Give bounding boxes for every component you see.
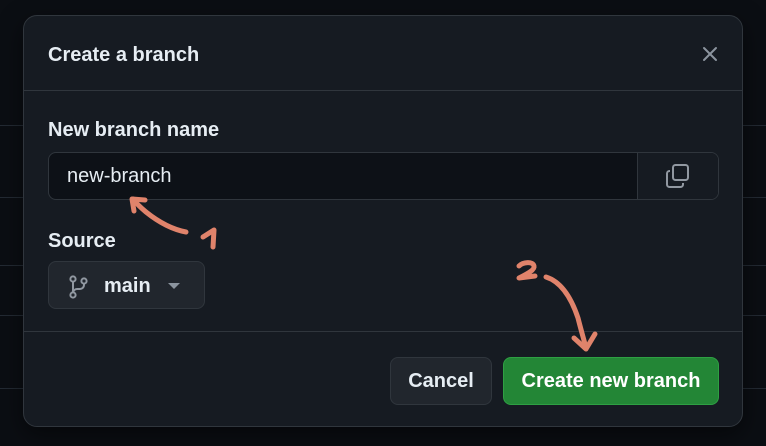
dialog-title: Create a branch xyxy=(48,44,200,66)
close-button[interactable] xyxy=(698,42,722,66)
source-branch-dropdown[interactable]: main xyxy=(48,261,205,309)
copy-button[interactable] xyxy=(637,153,718,199)
branch-name-input[interactable] xyxy=(49,153,637,199)
branch-name-label: New branch name xyxy=(48,119,220,141)
dialog-footer: Cancel Create new branch xyxy=(24,331,742,427)
source-label: Source xyxy=(48,230,116,252)
caret-down-icon xyxy=(168,283,180,289)
close-icon xyxy=(703,47,717,61)
git-branch-icon xyxy=(69,275,88,299)
cancel-button[interactable]: Cancel xyxy=(390,357,492,405)
branch-name-field xyxy=(48,152,719,200)
copy-icon xyxy=(666,164,689,188)
create-branch-button[interactable]: Create new branch xyxy=(503,357,719,405)
dialog-header: Create a branch xyxy=(24,16,742,91)
source-branch-name: main xyxy=(104,275,151,297)
create-branch-dialog: Create a branch New branch name Source m… xyxy=(23,15,743,427)
